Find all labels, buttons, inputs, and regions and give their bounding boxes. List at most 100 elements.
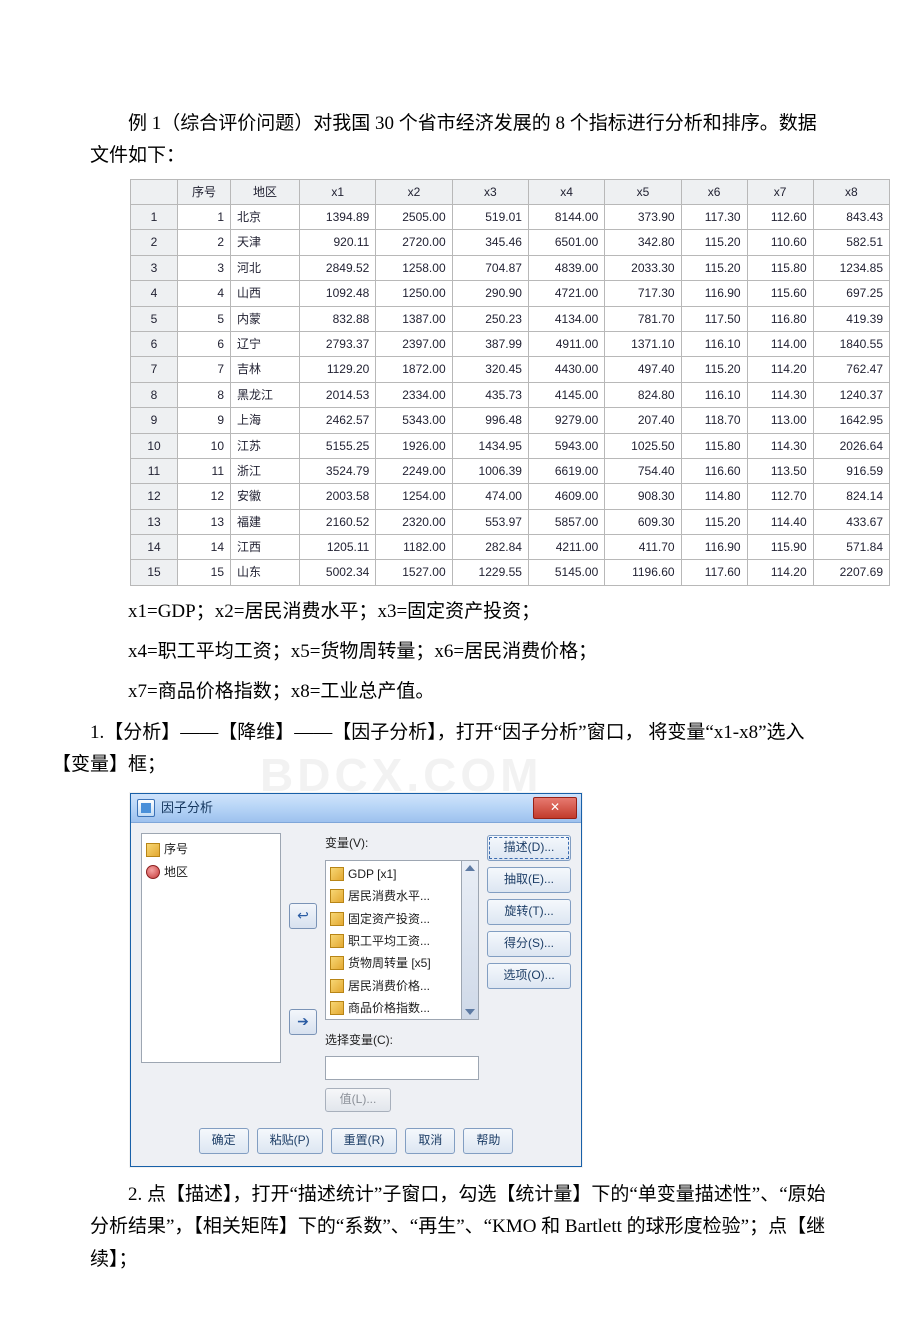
value-cell: 571.84 — [813, 535, 889, 560]
seq-cell: 10 — [178, 433, 231, 458]
region-cell: 福建 — [231, 509, 300, 534]
describe-button[interactable]: 描述(D)... — [487, 835, 571, 861]
value-cell: 1872.00 — [376, 357, 452, 382]
variable-item-label: 职工平均工资... — [348, 931, 430, 951]
value-cell: 110.60 — [747, 230, 813, 255]
row-number-cell: 6 — [131, 331, 178, 356]
variable-item[interactable]: 固定资产投资... — [328, 908, 476, 930]
paste-button[interactable]: 粘贴(P) — [257, 1128, 323, 1154]
value-cell: 2334.00 — [376, 382, 452, 407]
value-cell: 2014.53 — [300, 382, 376, 407]
value-cell: 781.70 — [605, 306, 681, 331]
value-cell: 1234.85 — [813, 255, 889, 280]
value-cell: 609.30 — [605, 509, 681, 534]
variables-listbox[interactable]: GDP [x1]居民消费水平...固定资产投资...职工平均工资...货物周转量… — [325, 860, 479, 1020]
row-number-cell: 5 — [131, 306, 178, 331]
select-variable-input[interactable] — [325, 1056, 479, 1080]
variable-item-label: 固定资产投资... — [348, 909, 430, 929]
row-number-cell: 8 — [131, 382, 178, 407]
region-cell: 山东 — [231, 560, 300, 585]
value-cell: 1229.55 — [452, 560, 528, 585]
row-number-cell: 7 — [131, 357, 178, 382]
col-seq: 序号 — [178, 179, 231, 204]
region-cell: 浙江 — [231, 458, 300, 483]
table-row: 11北京1394.892505.00519.018144.00373.90117… — [131, 204, 890, 229]
row-number-cell: 13 — [131, 509, 178, 534]
value-cell: 113.50 — [747, 458, 813, 483]
value-cell: 5343.00 — [376, 408, 452, 433]
table-row: 1515山东5002.341527.001229.555145.001196.6… — [131, 560, 890, 585]
source-variable-list[interactable]: 序号 地区 — [141, 833, 281, 1063]
factor-analysis-dialog: 因子分析 ✕ 序号 地区 ↩ ➔ — [130, 793, 582, 1167]
value-cell: 116.90 — [681, 535, 747, 560]
scale-icon — [330, 979, 344, 993]
reset-button[interactable]: 重置(R) — [331, 1128, 398, 1154]
table-row: 55内蒙832.881387.00250.234134.00781.70117.… — [131, 306, 890, 331]
value-cell: 832.88 — [300, 306, 376, 331]
variable-item-label: GDP [x1] — [348, 864, 396, 884]
value-cell: 6501.00 — [528, 230, 604, 255]
dialog-title: 因子分析 — [161, 797, 533, 819]
move-select-variable-button[interactable]: ➔ — [289, 1009, 317, 1035]
col-x8: x8 — [813, 179, 889, 204]
close-button[interactable]: ✕ — [533, 797, 577, 819]
value-cell: 4430.00 — [528, 357, 604, 382]
dialog-titlebar[interactable]: 因子分析 ✕ — [131, 794, 581, 823]
value-cell: 116.80 — [747, 306, 813, 331]
scale-icon — [330, 867, 344, 881]
row-number-cell: 11 — [131, 458, 178, 483]
scrollbar[interactable] — [461, 861, 478, 1019]
value-cell: 1205.11 — [300, 535, 376, 560]
variable-item[interactable]: 居民消费水平... — [328, 885, 476, 907]
value-cell: 112.70 — [747, 484, 813, 509]
value-cell: 704.87 — [452, 255, 528, 280]
value-cell: 117.30 — [681, 204, 747, 229]
scale-icon — [330, 912, 344, 926]
variable-item[interactable]: 职工平均工资... — [328, 930, 476, 952]
value-cell: 843.43 — [813, 204, 889, 229]
variable-item[interactable]: 商品价格指数... — [328, 997, 476, 1019]
paragraph-3: x4=职工平均工资；x5=货物周转量；x6=居民消费价格； — [90, 636, 830, 668]
value-cell: 373.90 — [605, 204, 681, 229]
variable-item[interactable]: 货物周转量 [x5] — [328, 952, 476, 974]
value-cell: 114.20 — [747, 560, 813, 585]
table-row: 1313福建2160.522320.00553.975857.00609.301… — [131, 509, 890, 534]
value-cell: 1840.55 — [813, 331, 889, 356]
paragraph-5: 1.【分析】——【降维】——【因子分析】，打开“因子分析”窗口， 将变量“x1-… — [52, 717, 830, 782]
variable-item[interactable]: GDP [x1] — [328, 863, 476, 885]
value-cell: 1527.00 — [376, 560, 452, 585]
col-x1: x1 — [300, 179, 376, 204]
help-button[interactable]: 帮助 — [463, 1128, 513, 1154]
extract-button[interactable]: 抽取(E)... — [487, 867, 571, 893]
row-number-cell: 9 — [131, 408, 178, 433]
table-row: 33河北2849.521258.00704.874839.002033.3011… — [131, 255, 890, 280]
value-cell: 114.30 — [747, 382, 813, 407]
paragraph-2: x1=GDP；x2=居民消费水平；x3=固定资产投资； — [90, 596, 830, 628]
col-x3: x3 — [452, 179, 528, 204]
row-number-cell: 14 — [131, 535, 178, 560]
list-item-label: 序号 — [164, 839, 188, 859]
value-cell: 3524.79 — [300, 458, 376, 483]
value-cell: 115.80 — [747, 255, 813, 280]
list-item[interactable]: 序号 — [146, 838, 276, 860]
region-cell: 内蒙 — [231, 306, 300, 331]
options-button[interactable]: 选项(O)... — [487, 963, 571, 989]
paragraph-1: 例 1（综合评价问题）对我国 30 个省市经济发展的 8 个指标进行分析和排序。… — [90, 108, 830, 173]
list-item[interactable]: 地区 — [146, 861, 276, 883]
value-cell: 519.01 — [452, 204, 528, 229]
move-variable-button[interactable]: ↩ — [289, 903, 317, 929]
paragraph-4: x7=商品价格指数；x8=工业总产值。 — [90, 676, 830, 708]
cancel-button[interactable]: 取消 — [405, 1128, 455, 1154]
value-cell: 117.60 — [681, 560, 747, 585]
rotation-button[interactable]: 旋转(T)... — [487, 899, 571, 925]
ok-button[interactable]: 确定 — [199, 1128, 249, 1154]
scale-icon — [330, 1001, 344, 1015]
value-cell: 1434.95 — [452, 433, 528, 458]
scores-button[interactable]: 得分(S)... — [487, 931, 571, 957]
value-cell: 2160.52 — [300, 509, 376, 534]
seq-cell: 4 — [178, 281, 231, 306]
value-cell: 4839.00 — [528, 255, 604, 280]
value-cell: 2462.57 — [300, 408, 376, 433]
variable-item[interactable]: 居民消费价格... — [328, 975, 476, 997]
table-row: 66辽宁2793.372397.00387.994911.001371.1011… — [131, 331, 890, 356]
